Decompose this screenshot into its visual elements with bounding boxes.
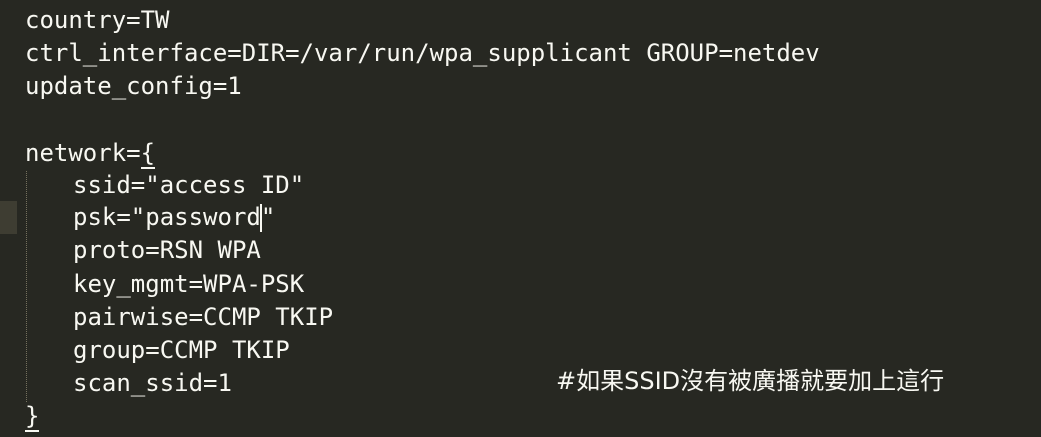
code-line-ssid[interactable]: ssid="access ID": [73, 169, 304, 202]
psk-text-after-cursor: ": [260, 203, 276, 231]
code-line-psk[interactable]: psk="password": [73, 201, 275, 234]
code-line-group[interactable]: group=CCMP TKIP: [73, 334, 290, 367]
code-line-proto[interactable]: proto=RSN WPA: [73, 234, 261, 267]
network-key: network=: [25, 139, 141, 167]
code-editor[interactable]: country=TW ctrl_interface=DIR=/var/run/w…: [0, 0, 1041, 437]
code-line-ctrl-interface[interactable]: ctrl_interface=DIR=/var/run/wpa_supplica…: [25, 37, 820, 70]
code-line-pairwise[interactable]: pairwise=CCMP TKIP: [73, 301, 333, 334]
code-line-update-config[interactable]: update_config=1: [25, 70, 242, 103]
code-line-scan-ssid[interactable]: scan_ssid=1: [73, 367, 232, 400]
indent-guide: [26, 171, 27, 402]
matched-close-brace: }: [25, 402, 40, 432]
code-comment[interactable]: #如果SSID沒有被廣播就要加上這行: [556, 365, 944, 398]
code-line-key-mgmt[interactable]: key_mgmt=WPA-PSK: [73, 268, 304, 301]
code-line-close-brace[interactable]: }: [25, 400, 40, 433]
matched-open-brace: {: [140, 139, 156, 169]
code-line-country[interactable]: country=TW: [25, 4, 170, 37]
psk-text-before-cursor: psk="password: [73, 203, 261, 231]
current-line-gutter-marker: [0, 201, 17, 234]
code-line-network-open[interactable]: network={: [25, 137, 156, 170]
